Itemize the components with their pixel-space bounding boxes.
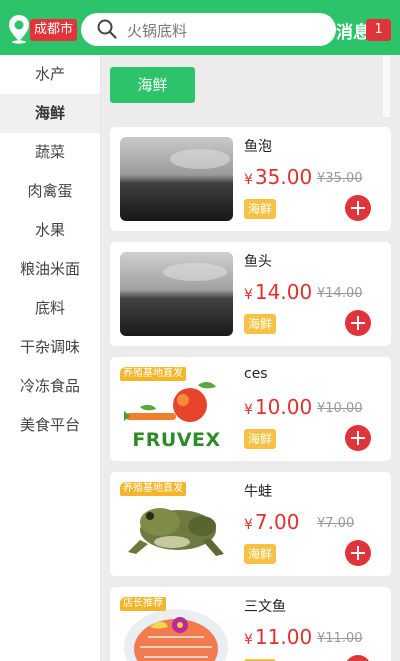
product-image — [120, 137, 233, 221]
product-name: ces — [244, 366, 268, 382]
subcategory-button-seafood[interactable]: 海鲜 — [110, 67, 195, 103]
add-to-cart-button[interactable] — [345, 655, 371, 661]
sidebar-item-meat-poultry-eggs[interactable]: 肉禽蛋 — [0, 172, 100, 211]
add-to-cart-button[interactable] — [345, 540, 371, 566]
product-tag: 海鲜 — [244, 314, 277, 334]
messages-button[interactable]: 消息 — [336, 18, 370, 43]
add-to-cart-button[interactable] — [345, 195, 371, 221]
product-price: ¥14.00 — [244, 280, 313, 304]
sidebar-item-dry-seasoning[interactable]: 干杂调味 — [0, 328, 100, 367]
sidebar-item-fruit[interactable]: 水果 — [0, 211, 100, 250]
product-card[interactable]: 鱼泡 ¥35.00 ¥35.00 海鲜 — [110, 127, 391, 231]
product-name: 三文鱼 — [244, 599, 286, 615]
subcategory-scrollbar[interactable] — [383, 55, 390, 117]
image-label: 养殖基地直发 — [120, 367, 186, 381]
messages-badge: 1 — [366, 19, 391, 41]
sidebar-item-seafood[interactable]: 海鲜 — [0, 94, 100, 133]
location-pin-icon[interactable] — [8, 14, 30, 44]
product-name: 牛蛙 — [244, 484, 272, 500]
product-original-price: ¥35.00 — [317, 171, 363, 186]
sidebar-item-aquatic[interactable]: 水产 — [0, 55, 100, 94]
city-selector[interactable]: 成都市 — [30, 19, 78, 41]
product-price: ¥35.00 — [244, 165, 313, 189]
product-card[interactable]: 养殖基地直发 牛蛙 ¥7.00 ¥7.00 海鲜 — [110, 472, 391, 576]
product-original-price: ¥10.00 — [317, 401, 363, 416]
app-header: 成都市 火锅底料 消息 1 — [0, 0, 400, 55]
product-original-price: ¥7.00 — [317, 516, 355, 531]
search-input[interactable]: 火锅底料 — [81, 13, 336, 46]
product-name: 鱼头 — [244, 254, 272, 270]
fruit-logo-text: FRUVEX — [132, 429, 221, 451]
sidebar-item-base-sauce[interactable]: 底料 — [0, 289, 100, 328]
product-original-price: ¥11.00 — [317, 631, 363, 646]
search-placeholder: 火锅底料 — [127, 22, 188, 40]
product-card[interactable]: 店长推荐 三文鱼 ¥11.00 ¥11.00 海鲜 — [110, 587, 391, 661]
add-to-cart-button[interactable] — [345, 425, 371, 451]
category-sidebar: 水产 海鲜 蔬菜 肉禽蛋 水果 粮油米面 底料 干杂调味 冷冻食品 美食平台 — [0, 55, 101, 661]
product-card[interactable]: FRUVEX 养殖基地直发 ces ¥10.00 ¥10.00 海鲜 — [110, 357, 391, 461]
sidebar-item-vegetables[interactable]: 蔬菜 — [0, 133, 100, 172]
subcategory-bar: 海鲜 — [101, 55, 383, 117]
product-image — [120, 252, 233, 336]
product-price: ¥10.00 — [244, 395, 313, 419]
product-price: ¥7.00 — [244, 510, 300, 534]
add-to-cart-button[interactable] — [345, 310, 371, 336]
sidebar-item-frozen-food[interactable]: 冷冻食品 — [0, 367, 100, 406]
sidebar-item-grain-oil[interactable]: 粮油米面 — [0, 250, 100, 289]
search-icon — [97, 19, 117, 39]
image-label: 店长推荐 — [120, 597, 166, 611]
product-image: 店长推荐 — [120, 597, 233, 661]
product-panel: 海鲜 鱼泡 ¥35.00 ¥35.00 海鲜 鱼头 ¥ 14.00 ¥14.00… — [101, 55, 400, 661]
image-label: 养殖基地直发 — [120, 482, 186, 496]
product-tag: 海鲜 — [244, 429, 277, 449]
product-price: ¥11.00 — [244, 625, 313, 649]
product-tag: 海鲜 — [244, 544, 277, 564]
product-name: 鱼泡 — [244, 139, 272, 155]
product-image: FRUVEX 养殖基地直发 — [120, 367, 233, 451]
product-tag: 海鲜 — [244, 199, 277, 219]
product-card[interactable]: 鱼头 ¥14.00 ¥14.00 海鲜 — [110, 242, 391, 346]
product-original-price: ¥14.00 — [317, 286, 363, 301]
product-image: 养殖基地直发 — [120, 482, 233, 566]
sidebar-item-food-platform[interactable]: 美食平台 — [0, 406, 100, 445]
